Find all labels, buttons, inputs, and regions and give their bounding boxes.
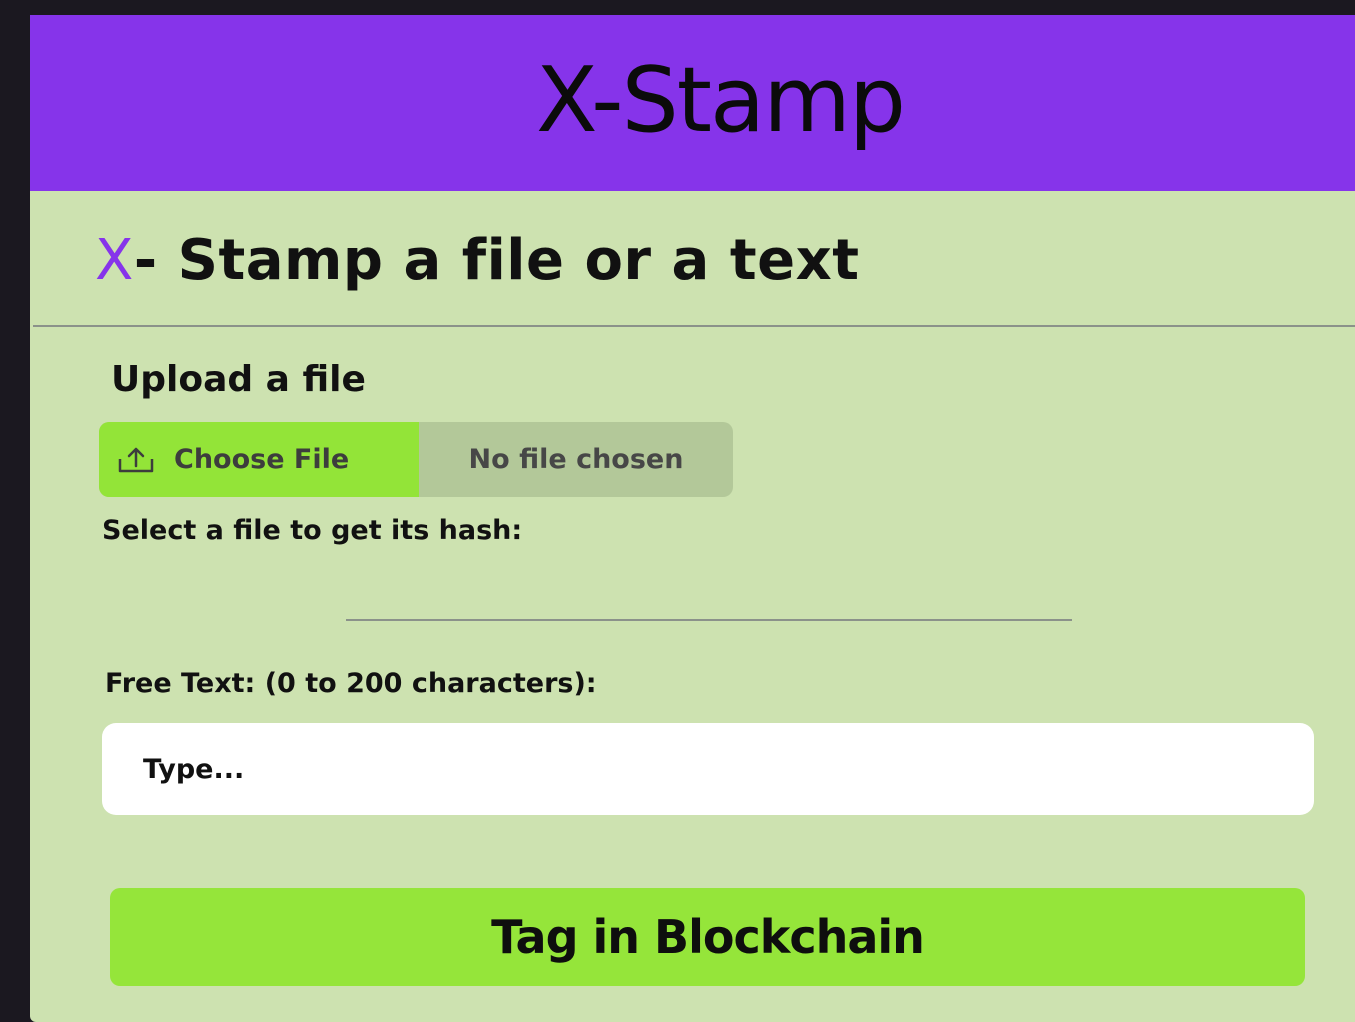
- section-divider: [33, 325, 1355, 327]
- hash-label: Select a file to get its hash:: [102, 515, 523, 546]
- file-picker[interactable]: Choose File No file chosen: [99, 422, 733, 497]
- section-heading: X- Stamp a file or a text: [95, 221, 859, 301]
- app-window: X-Stamp X- Stamp a file or a text Upload…: [30, 15, 1355, 1022]
- choose-file-button[interactable]: Choose File: [99, 422, 419, 497]
- tag-blockchain-button[interactable]: Tag in Blockchain: [110, 888, 1305, 986]
- header-bar: X-Stamp: [30, 15, 1355, 191]
- heading-text: - Stamp a file or a text: [133, 228, 860, 293]
- hash-output-line: [346, 619, 1072, 621]
- app-title: X-Stamp: [535, 48, 906, 153]
- free-text-input[interactable]: [102, 723, 1314, 815]
- heading-x-mark: X: [95, 228, 134, 293]
- choose-file-label: Choose File: [174, 444, 350, 475]
- upload-label: Upload a file: [111, 359, 366, 400]
- upload-icon: [118, 446, 154, 474]
- file-status: No file chosen: [468, 444, 684, 475]
- free-text-label: Free Text: (0 to 200 characters):: [105, 668, 597, 699]
